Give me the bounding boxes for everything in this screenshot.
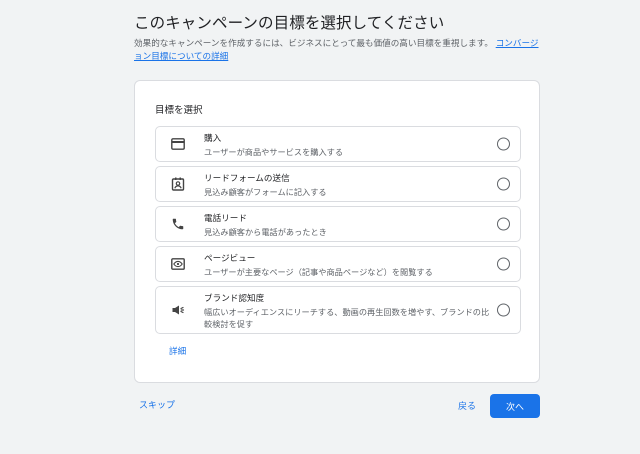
goal-option-brand-awareness[interactable]: ブランド認知度 幅広いオーディエンスにリーチする、動画の再生回数を増やす、ブラン… (155, 286, 521, 334)
goal-radio-brand-awareness[interactable] (497, 303, 510, 317)
page-header: このキャンペーンの目標を選択してください 効果的なキャンペーンを作成するには、ビ… (134, 12, 544, 64)
phone-icon (170, 216, 186, 232)
goal-option-title: ブランド認知度 (204, 294, 265, 304)
goal-selection-card: 目標を選択 購入 ユーザーが商品やサービスを購入する リードフォームの送信 見込… (134, 80, 540, 383)
goal-option-description: 見込み顧客から電話があったとき (204, 227, 327, 237)
goal-option-title: ページビュー (204, 254, 256, 264)
back-button[interactable]: 戻る (458, 399, 476, 412)
goal-radio-purchase[interactable] (497, 137, 510, 151)
goal-option-title: 購入 (204, 134, 222, 144)
goal-radio-page-view[interactable] (497, 257, 510, 271)
skip-button[interactable]: スキップ (139, 398, 175, 411)
goal-option-title: 電話リード (204, 214, 247, 224)
megaphone-icon (170, 302, 186, 318)
goal-option-description: 見込み顧客がフォームに記入する (204, 187, 327, 197)
goal-radio-phone-leads[interactable] (497, 217, 510, 231)
card-title: 目標を選択 (155, 105, 203, 116)
details-link[interactable]: 詳細 (169, 345, 186, 357)
goal-option-phone-leads[interactable]: 電話リード 見込み顧客から電話があったとき (155, 206, 521, 242)
goal-option-lead-form[interactable]: リードフォームの送信 見込み顧客がフォームに記入する (155, 166, 521, 202)
goal-option-page-view[interactable]: ページビュー ユーザーが主要なページ（記事や商品ページなど）を閲覧する (155, 246, 521, 282)
page-subtitle: 効果的なキャンペーンを作成するには、ビジネスにとって最も価値の高い目標を重視しま… (134, 38, 544, 64)
page-title: このキャンペーンの目標を選択してください (134, 14, 445, 32)
subtitle-text: 効果的なキャンペーンを作成するには、ビジネスにとって最も価値の高い目標を重視しま… (134, 39, 493, 49)
goal-option-description: ユーザーが主要なページ（記事や商品ページなど）を閲覧する (204, 267, 433, 277)
goal-option-title: リードフォームの送信 (204, 174, 290, 184)
goal-option-purchase[interactable]: 購入 ユーザーが商品やサービスを購入する (155, 126, 521, 162)
goal-option-description: ユーザーが商品やサービスを購入する (204, 147, 344, 157)
goal-radio-lead-form[interactable] (497, 177, 510, 191)
contact-card-icon (170, 176, 186, 192)
credit-card-icon (170, 136, 186, 152)
goal-option-description: 幅広いオーディエンスにリーチする、動画の再生回数を増やす、ブランドの比較検討を促… (204, 307, 490, 329)
next-button[interactable]: 次へ (490, 394, 540, 418)
page-view-icon (170, 256, 186, 272)
